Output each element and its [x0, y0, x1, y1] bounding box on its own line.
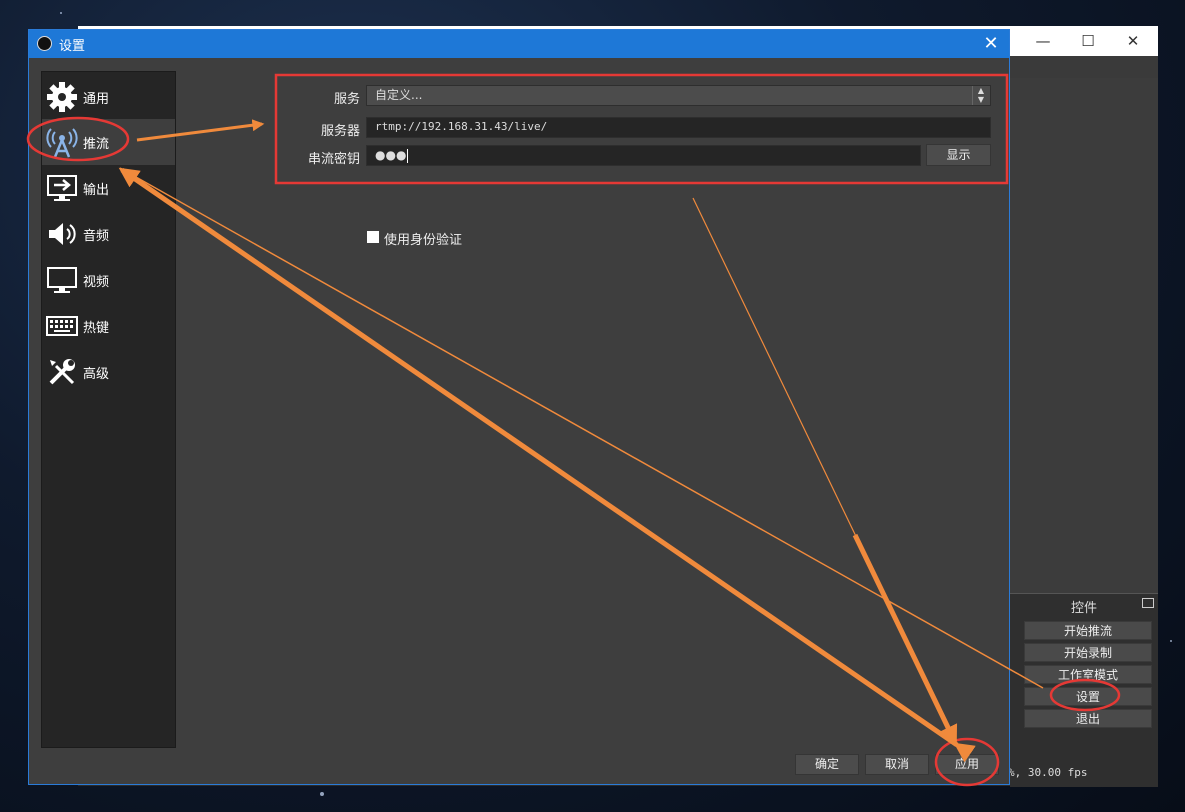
sidebar-item-label: 输出	[83, 183, 110, 198]
server-label: 服务器	[320, 124, 360, 139]
stream-key-label: 串流密钥	[307, 152, 360, 167]
auth-checkbox-label: 使用身份验证	[384, 233, 463, 248]
service-label: 服务	[333, 92, 360, 107]
settings-button[interactable]: 设置	[1024, 687, 1152, 706]
auth-checkbox[interactable]	[367, 231, 379, 243]
maximize-button[interactable]: ☐	[1068, 29, 1108, 53]
ok-button[interactable]: 确定	[795, 754, 859, 775]
sidebar-item-label: 音频	[83, 229, 110, 244]
sidebar-item-audio[interactable]: 音频	[42, 211, 175, 257]
sidebar-item-output[interactable]: 输出	[42, 165, 175, 211]
sidebar-item-general[interactable]: 通用	[42, 74, 175, 120]
star	[1170, 640, 1172, 642]
show-key-button[interactable]: 显示	[926, 144, 991, 166]
preview-area	[1010, 78, 1158, 593]
sidebar-item-hotkeys[interactable]: 热键	[42, 303, 175, 349]
apply-button[interactable]: 应用	[935, 754, 999, 775]
dialog-title: 设置	[59, 39, 86, 54]
stream-key-input[interactable]: ●●●	[366, 145, 921, 166]
dialog-titlebar: 设置 ✕	[29, 30, 1009, 58]
status-fps: %, 30.00 fps	[1008, 766, 1088, 779]
speaker-icon	[49, 223, 76, 245]
sidebar-item-advanced[interactable]: 高级	[42, 349, 175, 395]
minimize-button[interactable]: —	[1023, 29, 1063, 53]
service-select[interactable]: 自定义... ▲ ▼	[366, 85, 991, 106]
server-input[interactable]: rtmp://192.168.31.43/live/	[366, 117, 991, 138]
sidebar-item-label: 通用	[83, 92, 110, 107]
sidebar-item-label: 视频	[83, 275, 110, 290]
studio-mode-button[interactable]: 工作室模式	[1024, 665, 1152, 684]
output-icon	[47, 175, 77, 201]
sidebar-item-label: 推流	[83, 137, 110, 152]
star	[60, 12, 62, 14]
text-cursor	[407, 148, 409, 163]
float-dock-icon[interactable]	[1142, 598, 1154, 608]
keyboard-icon	[46, 316, 78, 336]
sidebar-item-label: 热键	[83, 321, 110, 336]
broadcast-antenna-icon	[46, 128, 78, 158]
monitor-icon	[47, 267, 77, 293]
controls-panel-title: 控件	[1070, 601, 1097, 616]
tools-icon	[49, 359, 75, 385]
settings-sidebar: 通用 推流 输出 音频 视频 热键 高级	[41, 71, 176, 748]
spinner-arrows-icon: ▲ ▼	[972, 86, 989, 105]
stream-key-value: ●●●	[375, 148, 407, 162]
exit-button[interactable]: 退出	[1024, 709, 1152, 728]
start-recording-button[interactable]: 开始录制	[1024, 643, 1152, 662]
controls-panel: 控件 开始推流 开始录制 工作室模式 设置 退出	[1010, 593, 1158, 787]
sidebar-item-video[interactable]: 视频	[42, 257, 175, 303]
start-streaming-button[interactable]: 开始推流	[1024, 621, 1152, 640]
cancel-button[interactable]: 取消	[865, 754, 929, 775]
sidebar-item-label: 高级	[83, 367, 110, 382]
close-button[interactable]: ✕	[1113, 29, 1153, 53]
star	[320, 792, 324, 796]
obs-logo-icon	[37, 36, 52, 51]
sidebar-item-stream[interactable]: 推流	[42, 119, 175, 165]
settings-dialog: 设置 ✕ 通用 推流 输出 音频 视频 热键 高级 服务 自定义... ▲ ▼ …	[28, 29, 1010, 785]
dialog-close-button[interactable]: ✕	[979, 32, 1003, 56]
gear-icon	[47, 82, 77, 112]
service-value: 自定义...	[375, 88, 423, 102]
